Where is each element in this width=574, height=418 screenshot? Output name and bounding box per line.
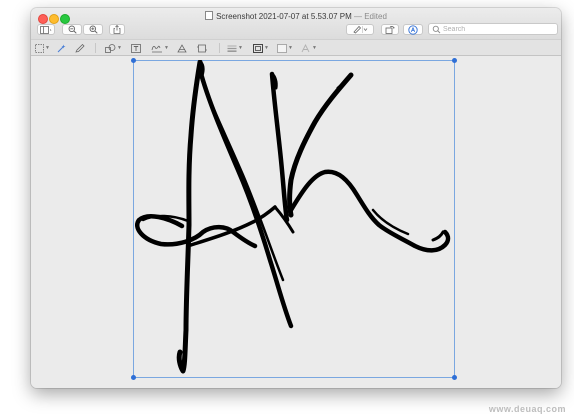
text-tool-button[interactable] [131,43,141,53]
window-title-text: Screenshot 2021-07-07 at 5.53.07 PM [216,12,352,21]
share-icon [113,25,121,34]
shape-style-button[interactable]: ▼ [227,43,243,53]
line-style-icon [227,45,237,52]
markup-icon [408,24,418,35]
rotate-icon [385,26,395,34]
adjust-color-icon [177,43,187,52]
chevron-down-icon: ▼ [117,45,122,51]
shapes-button[interactable]: ▼ [105,43,122,53]
signature-icon [151,45,162,52]
sketch-pen-icon [75,43,85,53]
watermark-text: www.deuaq.com [488,404,566,414]
fill-color-button[interactable]: ▼ [277,43,293,53]
markup-toolbar: ▼ ▼ ▼ ▼ ▼ ▼ ▼ [31,39,561,56]
share-button[interactable] [109,24,125,35]
adjust-size-icon [197,44,207,52]
zoom-out-icon [68,25,77,34]
fill-color-icon [277,43,287,53]
chevron-down-icon: ▼ [264,45,269,51]
chevron-down-icon: ▼ [288,45,293,51]
toolbar-divider [219,43,220,53]
zoom-out-button[interactable] [62,24,82,35]
markup-toolbar-button[interactable] [403,24,423,35]
chevron-down-icon: ▼ [45,45,50,51]
instant-alpha-button[interactable] [57,43,66,53]
sidebar-icon [40,25,52,34]
chevron-down-icon: ▼ [164,45,169,51]
shapes-icon [105,43,116,53]
rotate-button[interactable] [381,24,399,35]
sign-button[interactable]: ▼ [151,43,169,53]
preview-window: Screenshot 2021-07-07 at 5.53.07 PM — Ed… [31,8,561,388]
edited-indicator: — Edited [353,12,387,21]
highlighter-pen-icon [353,25,368,34]
document-icon [205,11,214,20]
zoom-in-icon [89,25,98,34]
magic-wand-icon [57,44,66,52]
adjust-color-button[interactable] [177,43,187,53]
rectangular-selection-icon [35,43,44,53]
adjust-size-button[interactable] [197,43,207,53]
chevron-down-icon: ▼ [312,45,317,51]
border-color-icon [253,43,263,53]
chevron-down-icon: ▼ [238,45,243,51]
signature-drawing [135,60,451,374]
search-icon [432,25,441,33]
sidebar-toggle-button[interactable] [37,24,55,35]
text-box-icon [131,43,141,53]
title-bar: Screenshot 2021-07-07 at 5.53.07 PM — Ed… [31,8,561,39]
text-style-button[interactable]: ▼ [301,43,317,53]
search-input[interactable] [441,24,553,34]
border-color-button[interactable]: ▼ [253,43,269,53]
window-title: Screenshot 2021-07-07 at 5.53.07 PM — Ed… [31,11,561,21]
toolbar-divider [95,43,96,53]
zoom-in-button[interactable] [83,24,103,35]
text-style-icon [301,43,310,52]
image-canvas[interactable] [31,56,561,388]
highlight-button[interactable] [346,24,374,35]
search-field[interactable] [428,23,558,35]
sketch-tool-button[interactable] [75,43,85,53]
selection-tool-button[interactable]: ▼ [35,43,50,53]
